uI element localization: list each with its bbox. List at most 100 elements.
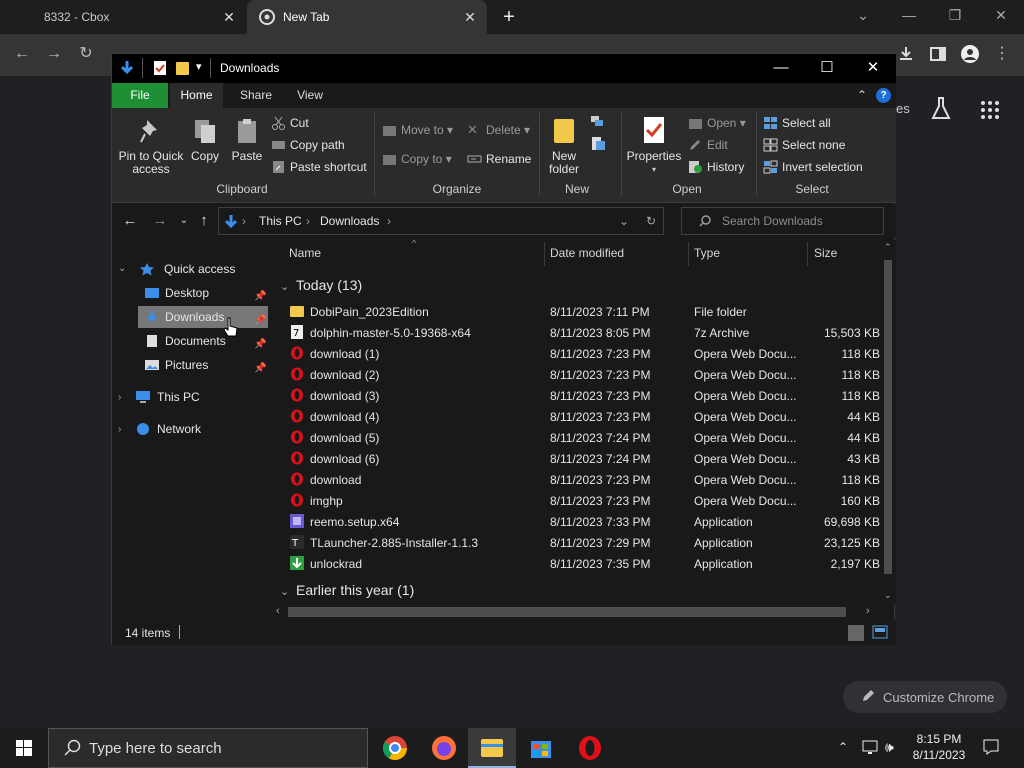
group-header-today[interactable]: ⌄ Today (13): [280, 277, 362, 293]
open-button[interactable]: Open ▾: [688, 114, 746, 132]
file-row[interactable]: download (1) 8/11/2023 7:23 PM Opera Web D…: [272, 343, 880, 364]
back-arrow-icon[interactable]: ←: [122, 213, 138, 229]
column-divider[interactable]: [688, 242, 689, 266]
scroll-thumb[interactable]: [884, 260, 892, 574]
column-date-modified[interactable]: Date modified: [550, 246, 624, 260]
move-to-button[interactable]: Move to ▾: [382, 121, 453, 139]
new-item-button[interactable]: [589, 114, 609, 132]
scroll-down-icon[interactable]: ⌄: [884, 590, 892, 601]
profile-icon[interactable]: [960, 44, 980, 64]
nav-this-pc[interactable]: This PC: [134, 386, 200, 408]
firefox-taskbar-icon[interactable]: [420, 728, 468, 768]
copy-button[interactable]: Copy: [188, 118, 222, 163]
edit-button[interactable]: Edit: [688, 136, 728, 154]
file-row[interactable]: unlockrad 8/11/2023 7:35 PM Application 2,1…: [272, 553, 880, 574]
scroll-left-icon[interactable]: ‹: [276, 605, 280, 617]
chevron-down-icon[interactable]: ⌄: [118, 264, 128, 274]
start-button[interactable]: [0, 728, 48, 768]
delete-button[interactable]: ✕ Delete ▾: [467, 121, 530, 139]
address-dropdown-icon[interactable]: ⌄: [619, 214, 629, 228]
file-row[interactable]: download (3) 8/11/2023 7:23 PM Opera Web D…: [272, 385, 880, 406]
close-window-icon[interactable]: ✕: [861, 59, 885, 77]
forward-icon[interactable]: →: [44, 44, 64, 64]
tab-search-icon[interactable]: ⌄: [850, 4, 876, 26]
nav-documents[interactable]: Documents 📌: [138, 330, 268, 352]
customize-chrome-button[interactable]: Customize Chrome: [843, 681, 1007, 713]
column-name[interactable]: Name: [289, 246, 321, 260]
chrome-taskbar-icon[interactable]: [371, 728, 419, 768]
apps-grid-icon[interactable]: [980, 100, 1000, 120]
nav-network[interactable]: Network: [134, 418, 201, 440]
chevron-right-icon[interactable]: ›: [118, 393, 128, 403]
opera-taskbar-icon[interactable]: [566, 728, 614, 768]
history-button[interactable]: History: [688, 158, 744, 176]
invert-selection-button[interactable]: Invert selection: [763, 158, 863, 176]
group-header-earlier[interactable]: ⌄ Earlier this year (1): [280, 582, 414, 598]
system-clock[interactable]: 8:15 PM 8/11/2023: [900, 731, 978, 763]
browser-tab-new-tab[interactable]: New Tab ✕: [247, 0, 487, 34]
collapse-ribbon-icon[interactable]: ⌃: [854, 83, 870, 108]
microsoft-store-taskbar-icon[interactable]: [517, 728, 565, 768]
explorer-title-bar[interactable]: ▾ Downloads — ☐ ✕: [112, 54, 896, 83]
reload-icon[interactable]: ↻: [76, 44, 96, 64]
minimize-icon[interactable]: —: [769, 59, 793, 77]
minimize-icon[interactable]: —: [896, 4, 922, 26]
file-row[interactable]: download (4) 8/11/2023 7:23 PM Opera Web D…: [272, 406, 880, 427]
volume-icon[interactable]: 🕪: [885, 739, 894, 756]
easy-access-button[interactable]: [589, 136, 609, 154]
horizontal-scrollbar[interactable]: ‹ ›: [272, 604, 880, 620]
tab-home[interactable]: Home: [170, 83, 223, 108]
file-row[interactable]: DobiPain_2023Edition 8/11/2023 7:11 PM Fil…: [272, 301, 880, 322]
pin-to-quick-access-button[interactable]: Pin to Quick access: [116, 118, 186, 176]
file-row[interactable]: 7 dolphin-master-5.0-19368-x64 8/11/2023 8…: [272, 322, 880, 343]
file-explorer-taskbar-icon[interactable]: [468, 728, 516, 768]
file-row[interactable]: download (6) 8/11/2023 7:24 PM Opera Web D…: [272, 448, 880, 469]
column-divider[interactable]: [807, 242, 808, 266]
file-row[interactable]: T TLauncher-2.885-Installer-1.1.3 8/11/202…: [272, 532, 880, 553]
large-icons-view-icon[interactable]: [872, 625, 888, 639]
nav-pictures[interactable]: Pictures 📌: [138, 354, 268, 376]
scroll-right-icon[interactable]: ›: [866, 605, 870, 617]
nav-quick-access[interactable]: Quick access: [138, 258, 235, 280]
pin-icon[interactable]: 📌: [254, 310, 266, 332]
scroll-thumb[interactable]: [288, 607, 846, 617]
file-row[interactable]: download (2) 8/11/2023 7:23 PM Opera Web D…: [272, 364, 880, 385]
help-icon[interactable]: ?: [876, 88, 891, 103]
side-panel-icon[interactable]: [928, 44, 948, 64]
breadcrumb-this-pc[interactable]: This PC: [259, 214, 302, 228]
recent-locations-icon[interactable]: ⌄: [176, 213, 192, 229]
cut-button[interactable]: Cut: [271, 114, 309, 132]
browser-tab-cbox[interactable]: 8332 - Cbox ✕: [0, 0, 246, 34]
select-none-button[interactable]: Select none: [763, 136, 845, 154]
properties-check-icon[interactable]: [153, 60, 167, 76]
menu-icon[interactable]: ⋮: [992, 44, 1012, 64]
notifications-icon[interactable]: [982, 738, 1000, 756]
details-view-icon[interactable]: [848, 625, 864, 641]
close-window-icon[interactable]: ✕: [988, 4, 1014, 26]
tab-file[interactable]: File: [112, 83, 168, 108]
column-divider[interactable]: [544, 242, 545, 266]
address-bar[interactable]: › This PC › Downloads › ⌄ ↻: [218, 207, 664, 235]
labs-flask-icon[interactable]: [930, 96, 952, 122]
paste-shortcut-button[interactable]: Paste shortcut: [271, 158, 367, 176]
rename-button[interactable]: Rename: [467, 150, 531, 168]
forward-arrow-icon[interactable]: →: [152, 213, 168, 229]
tab-view[interactable]: View: [286, 83, 334, 108]
vertical-scrollbar[interactable]: ⌃ ⌄: [880, 240, 896, 604]
copy-to-button[interactable]: Copy to ▾: [382, 150, 452, 168]
restore-icon[interactable]: ❐: [942, 4, 968, 26]
file-row[interactable]: download (5) 8/11/2023 7:24 PM Opera Web D…: [272, 427, 880, 448]
search-box[interactable]: Search Downloads: [681, 207, 884, 235]
tab-share[interactable]: Share: [231, 83, 281, 108]
breadcrumb-downloads[interactable]: Downloads: [320, 214, 379, 228]
maximize-icon[interactable]: ☐: [815, 59, 839, 77]
close-tab-icon[interactable]: ✕: [222, 10, 236, 24]
new-folder-qat-icon[interactable]: [175, 60, 191, 76]
pin-icon[interactable]: 📌: [254, 286, 266, 308]
column-size[interactable]: Size: [814, 246, 837, 260]
show-hidden-icons[interactable]: ⌃: [838, 740, 848, 754]
qat-dropdown-icon[interactable]: ▾: [196, 60, 202, 73]
pin-icon[interactable]: 📌: [254, 334, 266, 356]
paste-button[interactable]: Paste: [229, 118, 265, 163]
taskbar-search-box[interactable]: Type here to search: [48, 728, 368, 768]
